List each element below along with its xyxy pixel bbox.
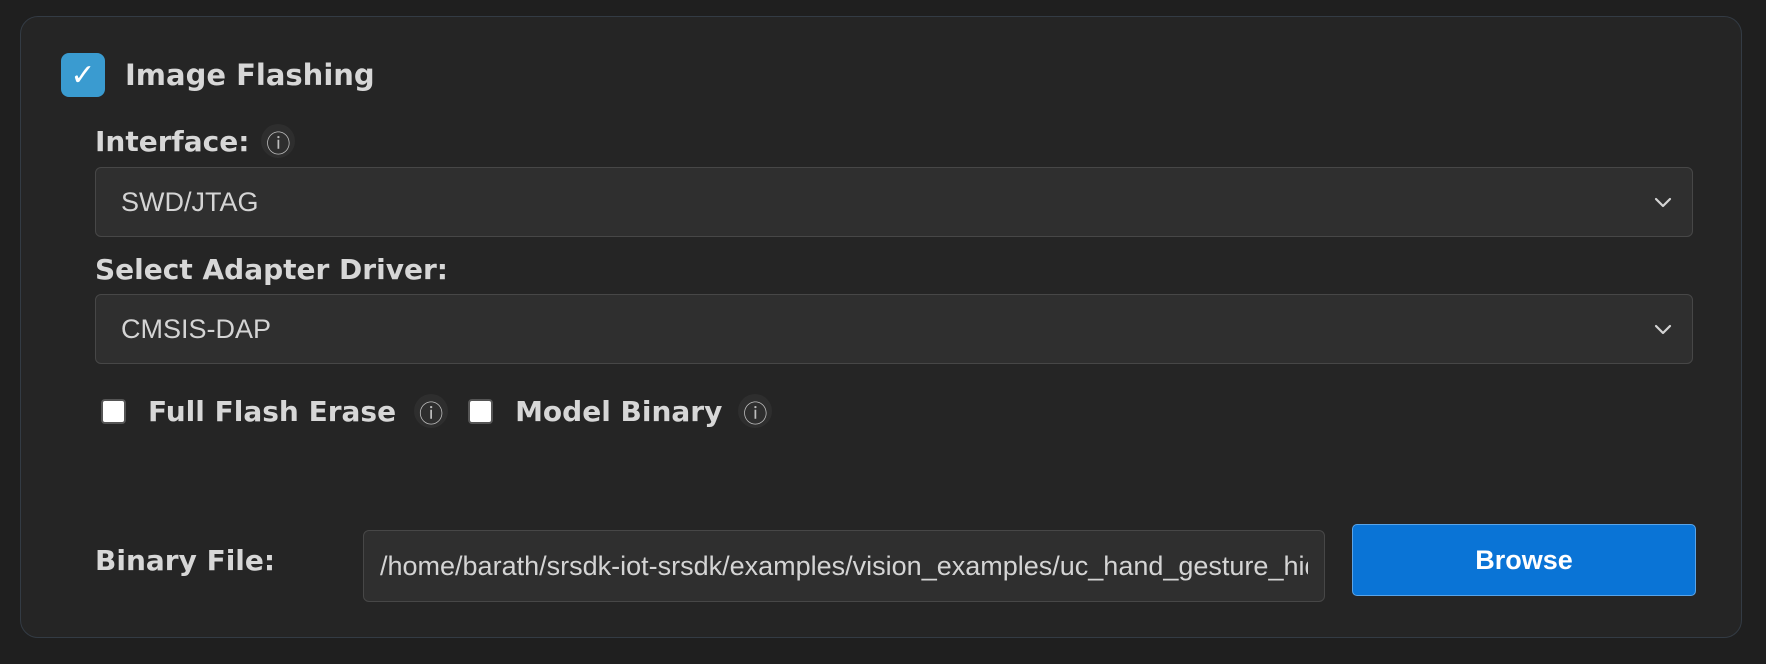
interface-select-value: SWD/JTAG [121, 186, 259, 217]
model-binary-info-icon[interactable]: ⓘ [738, 394, 773, 428]
image-flashing-panel: ✓ Image Flashing Interface: ⓘ SWD/JTAG S… [20, 16, 1742, 638]
checkmark-icon: ✓ [70, 57, 96, 93]
binary-file-label: Binary File: [95, 544, 276, 577]
browse-button[interactable]: Browse [1352, 524, 1696, 596]
full-flash-erase-checkbox[interactable] [101, 398, 126, 424]
interface-select[interactable]: SWD/JTAG [95, 167, 1693, 237]
image-flashing-checkbox[interactable]: ✓ [61, 53, 105, 97]
model-binary-checkbox[interactable] [468, 398, 494, 424]
adapter-select-value: CMSIS-DAP [121, 313, 272, 344]
model-binary-label: Model Binary [515, 394, 723, 428]
interface-label-row: Interface: ⓘ [95, 124, 296, 158]
section-header: ✓ Image Flashing [61, 53, 375, 97]
binary-file-path-input[interactable] [363, 530, 1325, 602]
section-title: Image Flashing [125, 58, 375, 92]
interface-info-icon[interactable]: ⓘ [261, 124, 296, 158]
interface-label: Interface: [95, 124, 250, 158]
adapter-label-row: Select Adapter Driver: [95, 253, 448, 286]
full-flash-erase-label: Full Flash Erase [148, 394, 397, 428]
adapter-label: Select Adapter Driver: [95, 253, 448, 286]
full-flash-erase-info-icon[interactable]: ⓘ [414, 394, 449, 428]
adapter-driver-select[interactable]: CMSIS-DAP [95, 294, 1693, 364]
chevron-down-icon [1654, 197, 1672, 208]
chevron-down-icon [1654, 324, 1672, 335]
options-row: Full Flash Erase ⓘ Model Binary ⓘ [101, 394, 773, 428]
